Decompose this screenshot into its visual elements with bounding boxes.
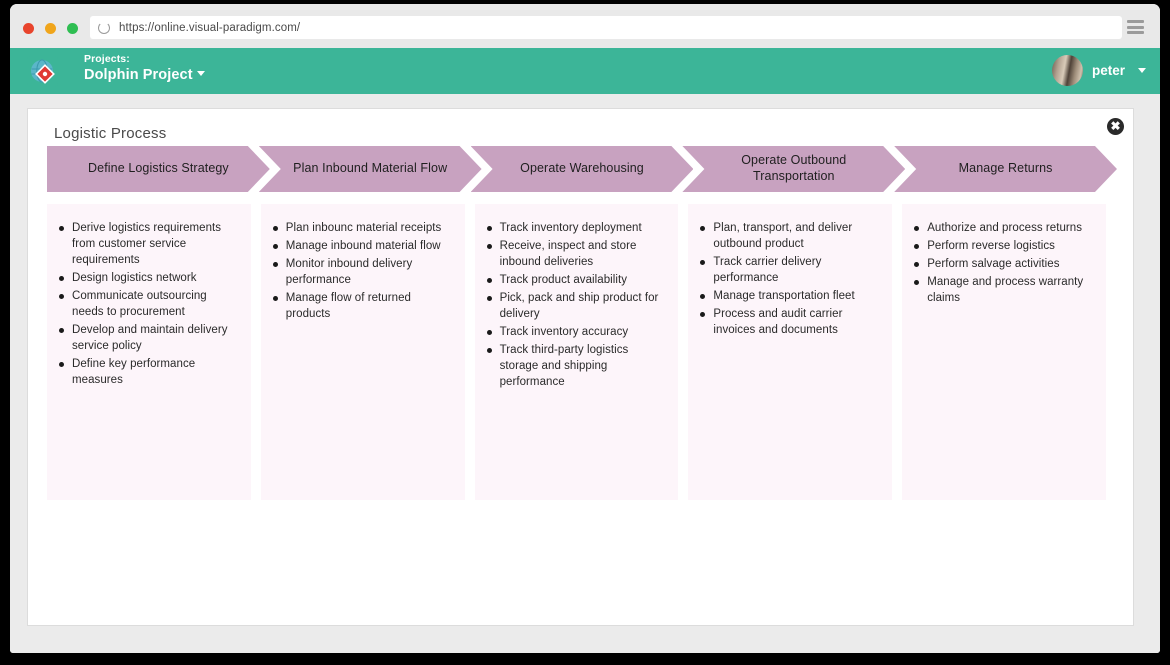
activity-item: Plan, transport, and deliver outbound pr… bbox=[700, 220, 882, 252]
process-columns: Derive logistics requirements from custo… bbox=[47, 204, 1106, 500]
user-name: peter bbox=[1091, 63, 1125, 78]
activity-item: Manage inbound material flow bbox=[272, 238, 455, 254]
stage-title: Operate Outbound Transportation bbox=[741, 153, 847, 183]
activity-item: Derive logistics requirements from custo… bbox=[59, 220, 241, 268]
maximize-window-button[interactable] bbox=[67, 23, 78, 34]
window-traffic-lights bbox=[23, 23, 78, 34]
stage-title: Operate Warehousing bbox=[520, 161, 644, 176]
activity-item: Process and audit carrier invoices and d… bbox=[700, 306, 882, 338]
project-selector[interactable]: Projects: Dolphin Project bbox=[84, 53, 205, 84]
process-stage-header[interactable]: Define Logistics Strategy bbox=[47, 146, 270, 192]
activity-item: Track third-party logistics storage and … bbox=[486, 342, 669, 390]
projects-label: Projects: bbox=[84, 53, 130, 65]
browser-chrome: https://online.visual-paradigm.com/ bbox=[10, 4, 1160, 48]
process-stage-header[interactable]: Operate Outbound Transportation bbox=[682, 146, 905, 192]
process-stage-panel: Plan, transport, and deliver outbound pr… bbox=[688, 204, 893, 500]
hamburger-menu-icon[interactable] bbox=[1127, 20, 1144, 34]
activity-item: Receive, inspect and store inbound deliv… bbox=[486, 238, 669, 270]
activity-item: Communicate outsourcing needs to procure… bbox=[59, 288, 241, 320]
activity-item: Perform reverse logistics bbox=[914, 238, 1096, 254]
process-stage-header[interactable]: Manage Returns bbox=[894, 146, 1117, 192]
activity-item: Track product availability bbox=[486, 272, 669, 288]
activity-item: Manage transportation fleet bbox=[700, 288, 882, 304]
visual-paradigm-logo-icon[interactable] bbox=[27, 56, 58, 87]
activity-item: Monitor inbound delivery performance bbox=[272, 256, 455, 288]
activity-item: Develop and maintain delivery service po… bbox=[59, 322, 241, 354]
activity-list: Plan inbounc material receipts Manage inb… bbox=[272, 220, 455, 322]
activity-item: Design logistics network bbox=[59, 270, 241, 286]
stage-title: Plan Inbound Material Flow bbox=[293, 161, 448, 176]
activity-item: Manage flow of returned products bbox=[272, 290, 455, 322]
process-stage-header[interactable]: Plan Inbound Material Flow bbox=[259, 146, 482, 192]
stage-title: Manage Returns bbox=[958, 161, 1053, 176]
screen: https://online.visual-paradigm.com/ Proj… bbox=[0, 0, 1170, 665]
project-name: Dolphin Project bbox=[84, 67, 193, 84]
app-header: Projects: Dolphin Project peter bbox=[10, 48, 1160, 94]
activity-item: Perform salvage activities bbox=[914, 256, 1096, 272]
activity-list: Plan, transport, and deliver outbound pr… bbox=[700, 220, 882, 338]
url-text: https://online.visual-paradigm.com/ bbox=[119, 21, 301, 34]
workspace: ✖ Logistic Process Define Logistics Stra… bbox=[10, 94, 1160, 653]
process-stage-panel: Plan inbounc material receipts Manage inb… bbox=[260, 204, 465, 500]
user-menu[interactable]: peter bbox=[1051, 55, 1146, 86]
process-stage-panel: Derive logistics requirements from custo… bbox=[47, 204, 251, 500]
chevron-down-icon[interactable] bbox=[1138, 68, 1146, 73]
avatar bbox=[1051, 55, 1083, 86]
activity-item: Manage and process warranty claims bbox=[914, 274, 1096, 306]
close-window-button[interactable] bbox=[23, 23, 34, 34]
process-stage-header[interactable]: Operate Warehousing bbox=[471, 146, 694, 192]
stage-title: Define Logistics Strategy bbox=[88, 161, 229, 176]
process-stage-panel: Authorize and process returns Perform rev… bbox=[902, 204, 1106, 500]
activity-item: Define key performance measures bbox=[59, 356, 241, 388]
page-title: Logistic Process bbox=[54, 125, 167, 142]
activity-list: Derive logistics requirements from custo… bbox=[59, 220, 241, 388]
browser-window: https://online.visual-paradigm.com/ Proj… bbox=[10, 4, 1160, 653]
minimize-window-button[interactable] bbox=[45, 23, 56, 34]
chevron-down-icon[interactable] bbox=[196, 71, 205, 77]
reload-icon[interactable] bbox=[98, 21, 110, 34]
activity-item: Track inventory deployment bbox=[486, 220, 669, 236]
activity-item: Plan inbounc material receipts bbox=[272, 220, 455, 236]
address-bar[interactable]: https://online.visual-paradigm.com/ bbox=[90, 16, 1122, 39]
process-chevron-row: Define Logistics Strategy Plan Inbound M… bbox=[47, 146, 1106, 192]
diagram-card: ✖ Logistic Process Define Logistics Stra… bbox=[27, 108, 1134, 626]
activity-item: Authorize and process returns bbox=[914, 220, 1096, 236]
activity-item: Track inventory accuracy bbox=[486, 324, 669, 340]
activity-item: Track carrier delivery performance bbox=[700, 254, 882, 286]
activity-list: Track inventory deployment Receive, inspe… bbox=[486, 220, 669, 390]
activity-list: Authorize and process returns Perform rev… bbox=[914, 220, 1096, 306]
close-icon[interactable]: ✖ bbox=[1107, 118, 1124, 135]
activity-item: Pick, pack and ship product for delivery bbox=[486, 290, 669, 322]
process-stage-panel: Track inventory deployment Receive, inspe… bbox=[474, 204, 679, 500]
